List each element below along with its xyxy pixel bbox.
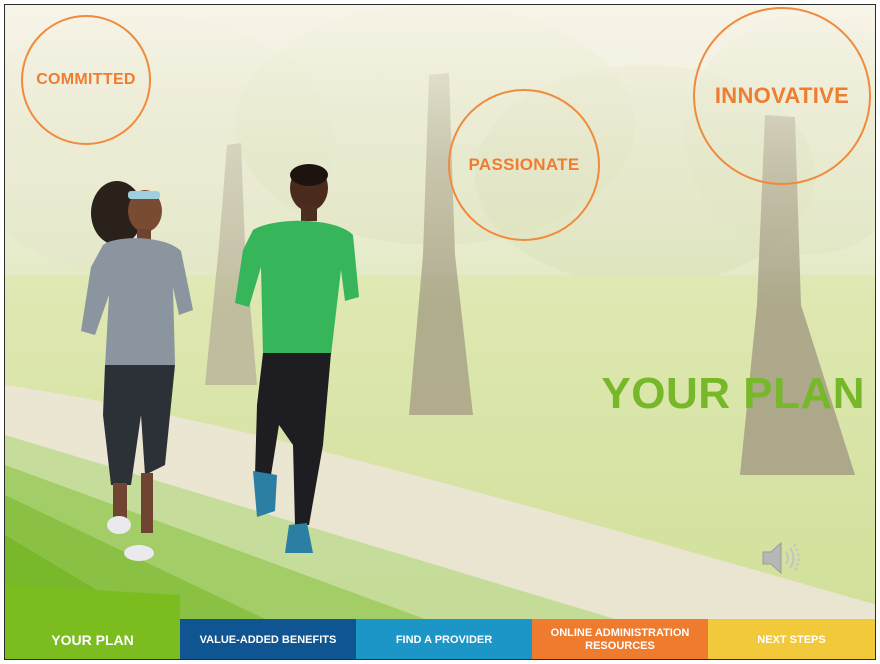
slide: COMMITTED PASSIONATE INNOVATIVE YOUR PLA… (4, 4, 876, 660)
passionate-circle: PASSIONATE (448, 89, 600, 241)
page-title: YOUR PLAN (601, 369, 865, 418)
speaker-icon[interactable] (757, 535, 803, 581)
nav-value-added-benefits[interactable]: VALUE-ADDED BENEFITS (180, 619, 356, 659)
nav-find-a-provider[interactable]: FIND A PROVIDER (356, 619, 532, 659)
nav-your-plan[interactable]: YOUR PLAN (5, 619, 180, 659)
nav-next-steps[interactable]: NEXT STEPS (708, 619, 875, 659)
bottom-navigation: YOUR PLAN VALUE-ADDED BENEFITS FIND A PR… (5, 619, 875, 659)
innovative-circle: INNOVATIVE (693, 7, 871, 185)
committed-circle: COMMITTED (21, 15, 151, 145)
nav-online-administration-resources[interactable]: ONLINE ADMINISTRATION RESOURCES (532, 619, 708, 659)
